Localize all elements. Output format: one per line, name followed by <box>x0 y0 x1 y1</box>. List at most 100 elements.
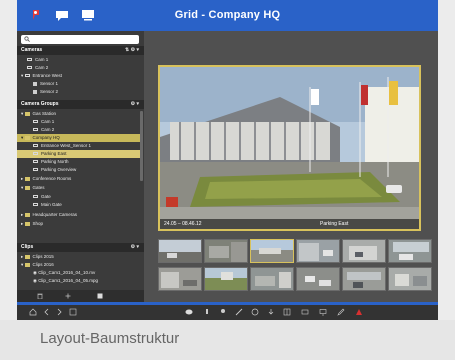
app-window: Grid - Company HQ Cameras ⇅ ⚙ ▾ Cam 1 Ca… <box>17 0 438 320</box>
folder-icon <box>24 254 30 259</box>
folder-icon <box>24 111 30 116</box>
main-area: 24.05 – 08.46.12 Parking East <box>144 31 438 302</box>
camera-icon <box>33 195 38 199</box>
group-item[interactable]: ▸ Conference Rooms <box>17 175 141 183</box>
camera-icon <box>33 128 38 132</box>
screen-icon[interactable] <box>319 308 327 316</box>
main-camera-view[interactable]: 24.05 – 08.46.12 Parking East <box>158 65 421 231</box>
camera-item[interactable]: Cam 1 <box>17 56 141 64</box>
split-view-icon[interactable] <box>283 308 291 316</box>
thumbnail[interactable] <box>296 267 340 291</box>
section-controls[interactable]: ⚙ ▾ <box>131 100 139 109</box>
camera-icon <box>33 152 38 156</box>
camera-icon <box>27 66 32 70</box>
window-title: Grid - Company HQ <box>174 9 281 21</box>
group-item[interactable]: Entrance West_Sensor 1 <box>17 142 141 150</box>
group-item[interactable]: Cam 1 <box>17 118 141 126</box>
pin-icon[interactable] <box>219 308 227 316</box>
thumbnail[interactable] <box>342 239 386 263</box>
home-icon[interactable] <box>29 308 37 316</box>
thumbnail[interactable] <box>250 267 294 291</box>
timestamp: 24.05 – 08.46.12 <box>164 221 202 227</box>
thumbnail[interactable] <box>388 239 432 263</box>
thumbnail[interactable] <box>342 267 386 291</box>
speaker-icon[interactable] <box>185 308 193 316</box>
title-bar: Grid - Company HQ <box>17 0 438 31</box>
group-item[interactable]: Cam 2 <box>17 126 141 134</box>
group-item[interactable]: ▸ Headquarter Cameras <box>17 211 141 219</box>
figure-caption-text: Layout-Baumstruktur <box>40 330 180 347</box>
clip-item[interactable]: ◉ Clip_Cam1_2016_04_10.mv <box>17 269 141 277</box>
clip-folder[interactable]: ▸ Clips 2015 <box>17 253 141 261</box>
group-item-active[interactable]: Parking East <box>17 150 141 158</box>
folder-icon <box>24 135 30 140</box>
camera-icon <box>33 168 38 172</box>
sensor-item[interactable]: Sensor 1 <box>17 80 141 88</box>
sidebar: Cameras ⇅ ⚙ ▾ Cam 1 Cam 2 ▾ Entrance Wes… <box>17 31 144 302</box>
timeline-bar[interactable] <box>17 302 438 305</box>
thumbnail[interactable] <box>296 239 340 263</box>
folder-icon <box>24 185 30 190</box>
grid-icon[interactable] <box>69 308 77 316</box>
search-box[interactable] <box>21 35 139 44</box>
thumbnail[interactable] <box>158 239 202 263</box>
folder-icon <box>24 262 30 267</box>
thumbnail-active[interactable] <box>250 239 294 263</box>
section-controls[interactable]: ⚙ ▾ <box>131 243 139 252</box>
camera-icon <box>33 203 38 207</box>
group-item[interactable]: Parking Overview <box>17 166 141 174</box>
thumbnail[interactable] <box>158 267 202 291</box>
section-controls[interactable]: ⇅ ⚙ ▾ <box>125 46 139 55</box>
section-clips[interactable]: Clips ⚙ ▾ <box>17 243 144 252</box>
folder-icon <box>24 221 30 226</box>
section-cameras[interactable]: Cameras ⇅ ⚙ ▾ <box>17 46 144 55</box>
bottom-toolbar <box>17 302 438 320</box>
thumbnail[interactable] <box>204 239 248 263</box>
search-icon <box>24 36 30 42</box>
forward-icon[interactable] <box>55 308 63 316</box>
clip-folder[interactable]: ▾ Clips 2016 <box>17 261 141 269</box>
group-item[interactable]: ▸ Shop <box>17 220 141 228</box>
thumbnail[interactable] <box>388 267 432 291</box>
thumbnail-grid <box>158 239 438 291</box>
camera-icon <box>24 74 30 78</box>
layout-icon[interactable] <box>301 308 309 316</box>
group-item[interactable]: ▾ Gas Station <box>17 110 141 118</box>
camera-icon <box>33 120 38 124</box>
arrow-down-icon[interactable] <box>267 308 275 316</box>
group-item[interactable]: ▾ Gates <box>17 184 141 192</box>
clip-item[interactable]: ◉ Clip_Cam1_2016_04_05.mpg <box>17 277 141 285</box>
edit-icon[interactable] <box>337 308 345 316</box>
thumbnail[interactable] <box>204 267 248 291</box>
contrast-icon[interactable] <box>251 308 259 316</box>
camera-item[interactable]: ▾ Entrance West <box>17 72 141 80</box>
sensor-icon <box>33 89 37 94</box>
section-camera-groups[interactable]: Camera Groups ⚙ ▾ <box>17 100 144 109</box>
group-item[interactable]: Parking North <box>17 158 141 166</box>
camera-icon <box>33 144 38 148</box>
add-icon[interactable] <box>65 293 71 299</box>
figure-caption: Layout-Baumstruktur <box>0 320 455 360</box>
sensor-item[interactable]: Sensor 2 <box>17 88 141 96</box>
view-caption: 24.05 – 08.46.12 Parking East <box>160 219 419 229</box>
folder-icon <box>24 212 30 217</box>
sidebar-footer <box>17 290 144 302</box>
folder-icon <box>24 176 30 181</box>
sidebar-scrollbar[interactable] <box>140 111 143 181</box>
search-input[interactable] <box>32 35 136 44</box>
group-item[interactable]: Main Gate <box>17 201 141 209</box>
microphone-icon[interactable] <box>203 308 211 316</box>
pen-icon[interactable] <box>235 308 243 316</box>
camera-item[interactable]: Cam 2 <box>17 64 141 72</box>
save-icon[interactable] <box>97 293 103 299</box>
sensor-icon <box>33 81 37 86</box>
group-item[interactable]: Gate <box>17 193 141 201</box>
camera-icon <box>27 58 32 62</box>
delete-icon[interactable] <box>37 293 43 299</box>
camera-icon <box>33 160 38 164</box>
camera-image <box>160 67 419 229</box>
camera-name: Parking East <box>320 221 349 227</box>
group-item-selected[interactable]: ▾ Company HQ <box>17 134 141 142</box>
alarm-icon[interactable] <box>355 308 363 316</box>
back-icon[interactable] <box>43 308 51 316</box>
